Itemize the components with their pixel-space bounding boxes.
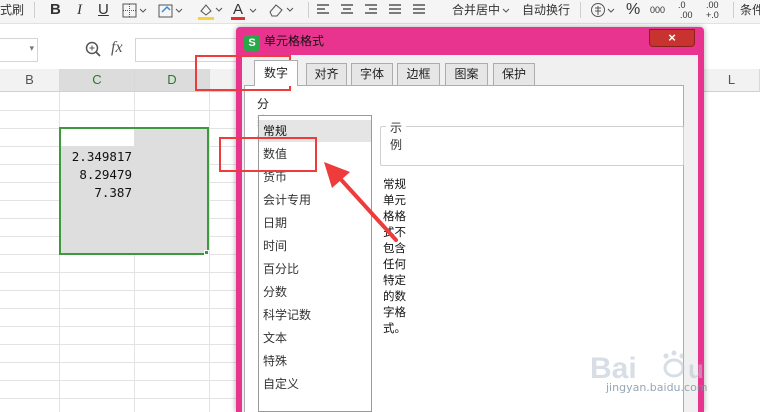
increase-decimal-bottom[interactable]: .00 bbox=[680, 5, 693, 27]
chevron-down-icon[interactable] bbox=[502, 2, 512, 18]
currency-icon[interactable] bbox=[590, 2, 606, 18]
conditional-format-button[interactable]: 条件 bbox=[740, 0, 760, 22]
distributed-icon[interactable] bbox=[412, 3, 426, 17]
close-button[interactable]: × bbox=[649, 29, 695, 47]
justify-icon[interactable] bbox=[388, 3, 402, 17]
fx-icon[interactable]: fx bbox=[111, 39, 123, 57]
eraser-icon[interactable] bbox=[268, 2, 298, 18]
grid-line bbox=[0, 398, 240, 399]
grid-line bbox=[0, 380, 240, 381]
tab-pattern[interactable]: 图案 bbox=[445, 63, 488, 85]
red-arrow-icon bbox=[324, 162, 398, 242]
svg-text:u: u bbox=[688, 354, 704, 384]
selection-border bbox=[59, 127, 209, 255]
fill-format-icon[interactable] bbox=[158, 2, 188, 20]
underline-button[interactable]: U bbox=[98, 0, 109, 22]
toolbar-divider bbox=[733, 2, 734, 18]
toolbar-divider bbox=[308, 2, 309, 18]
tab-protection[interactable]: 保护 bbox=[493, 63, 535, 85]
grid-line bbox=[0, 308, 240, 309]
border-icon[interactable] bbox=[122, 3, 152, 19]
category-item-special[interactable]: 特殊 bbox=[259, 350, 371, 372]
grid-line bbox=[0, 362, 240, 363]
category-item-fraction[interactable]: 分数 bbox=[259, 281, 371, 303]
decrease-decimal-bottom[interactable]: +.0 bbox=[706, 5, 719, 27]
merge-center-button[interactable]: 合并居中 bbox=[452, 0, 500, 22]
sample-label: 示例 bbox=[386, 119, 407, 153]
tab-font[interactable]: 字体 bbox=[351, 63, 393, 85]
font-color-swatch bbox=[231, 17, 245, 20]
grid-line bbox=[0, 290, 240, 291]
column-header-l[interactable]: L bbox=[704, 69, 760, 92]
ribbon-toolbar: 式刷 B I U A 合并居中 自动换行 % 000 .0 .00 .00 +.… bbox=[0, 0, 760, 24]
chevron-down-icon[interactable] bbox=[248, 2, 260, 18]
wrap-text-button[interactable]: 自动换行 bbox=[522, 0, 570, 22]
tab-alignment[interactable]: 对齐 bbox=[306, 63, 347, 85]
column-header-c[interactable]: C bbox=[60, 69, 135, 92]
name-box[interactable]: ▾ bbox=[0, 38, 38, 62]
wps-logo-icon: S bbox=[244, 35, 260, 51]
align-center-icon[interactable] bbox=[340, 3, 354, 17]
tab-border[interactable]: 边框 bbox=[397, 63, 440, 85]
align-right-icon[interactable] bbox=[364, 3, 378, 17]
fill-color-icon[interactable] bbox=[198, 2, 226, 18]
highlight-box-number-category bbox=[219, 137, 317, 172]
number-format-more-icon[interactable]: 000 bbox=[650, 0, 665, 22]
bold-button[interactable]: B bbox=[50, 0, 61, 22]
column-header-b[interactable]: B bbox=[0, 69, 60, 92]
baidu-watermark-logo: Bai u bbox=[590, 350, 704, 385]
toolbar-divider bbox=[580, 2, 581, 18]
format-painter-button[interactable]: 式刷 bbox=[0, 0, 24, 22]
percent-button[interactable]: % bbox=[626, 0, 640, 22]
grid-line bbox=[209, 92, 210, 412]
dialog-title: 单元格格式 bbox=[264, 34, 325, 48]
fill-handle[interactable] bbox=[204, 250, 209, 255]
chevron-down-icon[interactable]: ▾ bbox=[29, 43, 34, 54]
watermark-url: jingyan.baidu.com bbox=[606, 381, 708, 394]
fill-color-swatch bbox=[198, 17, 214, 20]
category-item-custom[interactable]: 自定义 bbox=[259, 373, 371, 395]
grid-line bbox=[0, 272, 240, 273]
toolbar-divider bbox=[34, 2, 35, 18]
category-item-scientific[interactable]: 科学记数 bbox=[259, 304, 371, 326]
italic-button[interactable]: I bbox=[77, 0, 82, 22]
align-left-icon[interactable] bbox=[316, 3, 330, 17]
grid-line bbox=[0, 344, 240, 345]
grid-line bbox=[0, 110, 240, 111]
grid-line bbox=[0, 326, 240, 327]
chevron-down-icon[interactable] bbox=[607, 2, 617, 18]
sample-group bbox=[380, 126, 684, 166]
zoom-search-icon[interactable] bbox=[84, 40, 102, 58]
tab-number[interactable]: 数字 bbox=[254, 60, 298, 86]
category-item-percentage[interactable]: 百分比 bbox=[259, 258, 371, 280]
category-item-text[interactable]: 文本 bbox=[259, 327, 371, 349]
